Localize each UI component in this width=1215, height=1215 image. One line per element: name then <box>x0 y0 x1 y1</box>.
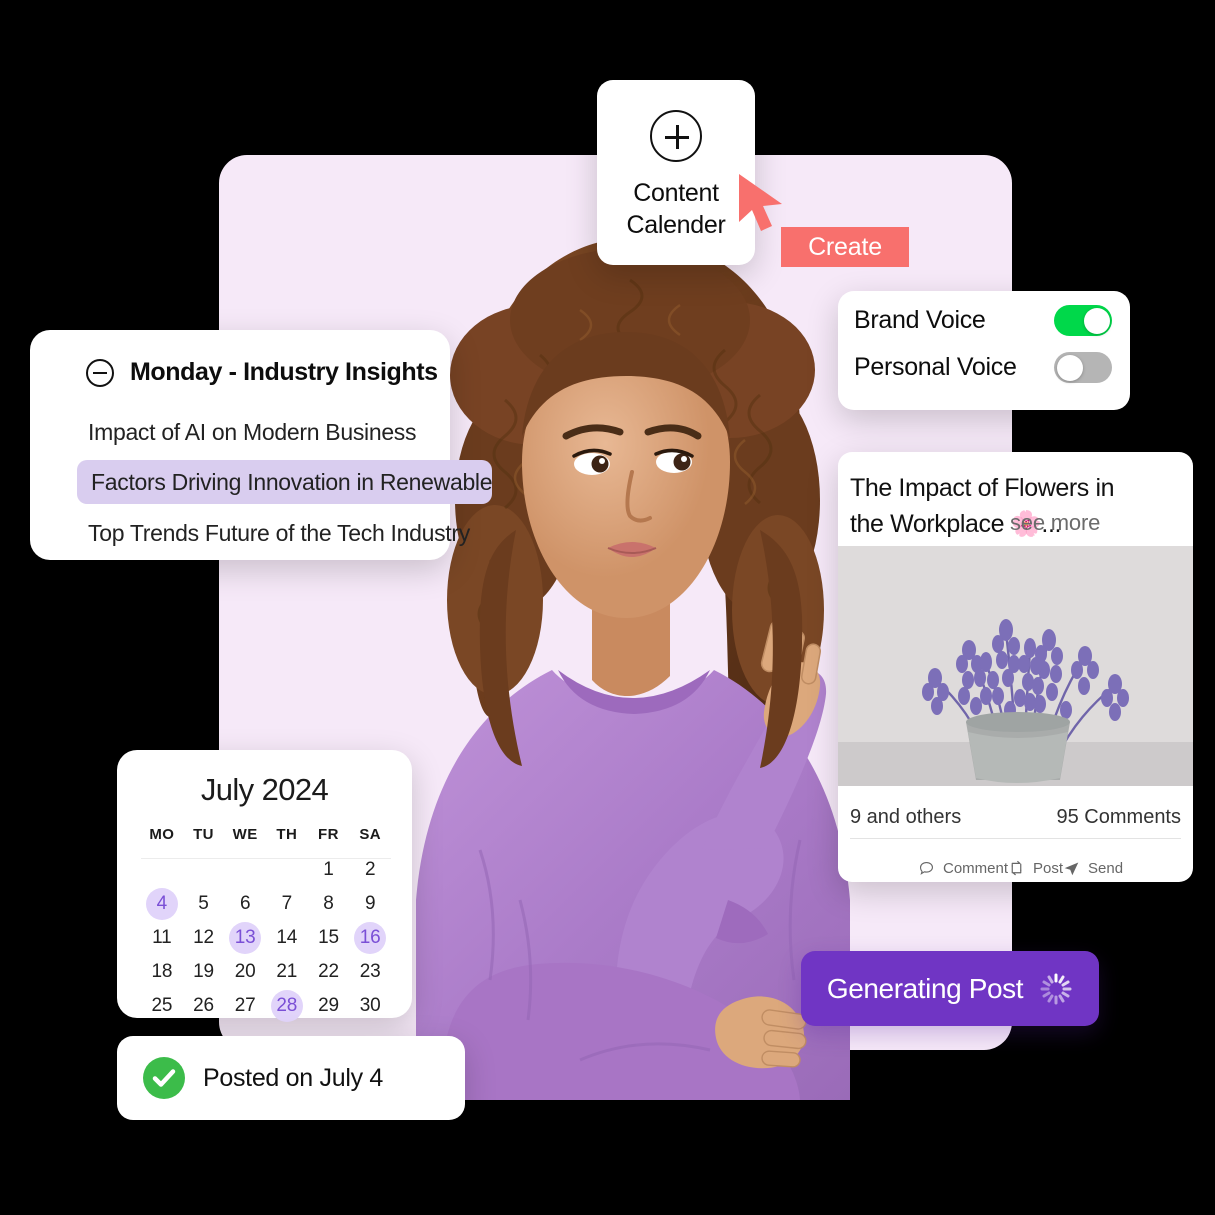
calendar-day-16[interactable]: 16 <box>354 922 387 954</box>
calendar-day-empty <box>183 853 225 887</box>
calendar-day-22[interactable]: 22 <box>312 956 344 988</box>
calendar-day-13[interactable]: 13 <box>229 922 262 954</box>
calendar-day-15[interactable]: 15 <box>312 922 344 954</box>
posted-toast-label: Posted on July 4 <box>203 1063 384 1092</box>
send-icon <box>1064 862 1079 875</box>
see-more-link[interactable]: see more <box>1010 510 1100 536</box>
calendar-day-26[interactable]: 26 <box>187 990 219 1022</box>
content-calendar-label-line2: Calender <box>626 211 726 239</box>
calendar-weekday-sa: SA <box>359 826 381 843</box>
insights-title: Monday - Industry Insights <box>130 358 438 386</box>
calendar-weekday-tu: TU <box>193 826 214 843</box>
comment-icon <box>919 861 934 875</box>
insight-item-1[interactable]: Impact of AI on Modern Business <box>88 410 417 454</box>
brand-voice-label: Brand Voice <box>854 306 986 334</box>
calendar-card: July 2024 MO TU WE TH FR SA 1 2 4 5 6 7 8 9 11 12 13 14 1… <box>117 750 412 1022</box>
calendar-week-row: 456789 <box>141 887 391 921</box>
personal-voice-label: Personal Voice <box>854 353 1017 381</box>
calendar-month-title: July 2024 <box>200 772 329 807</box>
toggle-knob <box>1056 354 1083 381</box>
personal-voice-toggle[interactable] <box>1054 352 1112 383</box>
calendar-day-8[interactable]: 8 <box>312 888 344 920</box>
calendar-weekday-th: TH <box>276 826 298 843</box>
toggle-knob <box>1083 307 1110 334</box>
calendar-day-29[interactable]: 29 <box>312 990 344 1022</box>
post-title: The Impact of Flowers in the Workplace 🌸… <box>850 470 1150 542</box>
calendar-week-row: 12 <box>141 853 391 887</box>
calendar-day-19[interactable]: 19 <box>187 956 219 988</box>
post-image <box>838 546 1193 786</box>
plus-circle-icon <box>650 110 702 162</box>
personal-voice-row[interactable]: Personal Voice <box>854 352 1112 383</box>
calendar-day-21[interactable]: 21 <box>271 956 303 988</box>
voice-settings-card: Brand Voice Personal Voice <box>838 291 1130 410</box>
calendar-day-2[interactable]: 2 <box>354 854 386 886</box>
repost-action-label: Post <box>1033 859 1064 877</box>
calendar-day-empty <box>266 853 308 887</box>
calendar-weekday-we: WE <box>232 826 258 843</box>
insight-item-2-selected[interactable]: Factors Driving Innovation in Renewable <box>77 460 493 504</box>
screenshot-stage: Content Calender Create Brand Voice Pers… <box>0 0 1215 1215</box>
calendar-day-28[interactable]: 28 <box>270 990 303 1022</box>
calendar-day-25[interactable]: 25 <box>146 990 178 1022</box>
calendar-day-12[interactable]: 12 <box>187 922 219 954</box>
calendar-day-20[interactable]: 20 <box>229 956 261 988</box>
post-comments-count: 95 Comments <box>1056 805 1182 828</box>
post-divider <box>850 838 1181 839</box>
brand-voice-toggle[interactable] <box>1054 305 1112 336</box>
calendar-day-4[interactable]: 4 <box>145 888 178 920</box>
content-calendar-label: Content Calender <box>597 177 755 241</box>
post-actions: Comment Post Send <box>838 848 1193 882</box>
calendar-day-11[interactable]: 11 <box>146 922 178 954</box>
repost-action[interactable]: Post <box>1008 860 1063 877</box>
calendar-day-14[interactable]: 14 <box>271 922 303 954</box>
send-action-label: Send <box>1088 859 1124 877</box>
repost-icon <box>1011 860 1022 875</box>
comment-action-label: Comment <box>943 859 1009 877</box>
calendar-days-body: 1 2 4 5 6 7 8 9 11 12 13 14 15 16 18 19 20 21 22 23 25 26 27 28… <box>141 853 391 1023</box>
calendar-day-empty <box>141 853 183 887</box>
generating-post-button[interactable]: Generating Post <box>801 951 1099 1026</box>
calendar-day-9[interactable]: 9 <box>354 888 386 920</box>
posted-toast: Posted on July 4 <box>117 1036 465 1120</box>
post-stats: 9 and others 95 Comments <box>838 796 1193 838</box>
calendar-weekday-fr: FR <box>318 826 339 843</box>
calendar-week-row: 18 19 20 21 22 23 <box>141 955 391 989</box>
brand-voice-row[interactable]: Brand Voice <box>854 305 1112 336</box>
calendar-week-row: 11 12 13 14 15 16 <box>141 921 391 955</box>
calendar-day-18[interactable]: 18 <box>146 956 178 988</box>
generating-post-label: Generating Post <box>826 972 1024 1004</box>
check-circle-icon <box>143 1057 185 1099</box>
content-calendar-card[interactable]: Content Calender <box>597 80 755 265</box>
calendar-day-5[interactable]: 5 <box>187 888 219 920</box>
minus-circle-icon[interactable] <box>86 358 114 387</box>
mouse-pointer-icon <box>739 174 782 231</box>
post-reactions-count: 9 and others <box>850 805 962 828</box>
calendar-weekday-mo: MO <box>149 826 175 843</box>
create-button[interactable]: Create <box>781 227 909 267</box>
calendar-day-1[interactable]: 1 <box>312 854 344 886</box>
calendar-weekday-row: MO TU WE TH FR SA <box>141 826 391 853</box>
calendar-day-23[interactable]: 23 <box>354 956 386 988</box>
calendar-day-empty <box>224 853 266 887</box>
loading-spinner-icon <box>1040 973 1072 1004</box>
calendar-day-7[interactable]: 7 <box>271 888 303 920</box>
insight-item-3[interactable]: Top Trends Future of the Tech Industry <box>88 511 470 555</box>
send-action[interactable]: Send <box>1063 860 1123 877</box>
calendar-day-27[interactable]: 27 <box>229 990 261 1022</box>
comment-action[interactable]: Comment <box>918 860 1008 877</box>
content-calendar-label-line1: Content <box>633 179 719 207</box>
insights-header[interactable]: Monday - Industry Insights <box>86 358 438 387</box>
industry-insights-card: Monday - Industry Insights Impact of AI … <box>30 330 493 560</box>
calendar-day-30[interactable]: 30 <box>354 990 386 1022</box>
calendar-grid: MO TU WE TH FR SA 1 2 4 5 6 7 8 9 11 12 13 14 15 16 18 19 20 2… <box>141 826 391 1023</box>
calendar-week-row: 25 26 27 28 29 30 <box>141 989 391 1023</box>
calendar-day-6[interactable]: 6 <box>229 888 261 920</box>
